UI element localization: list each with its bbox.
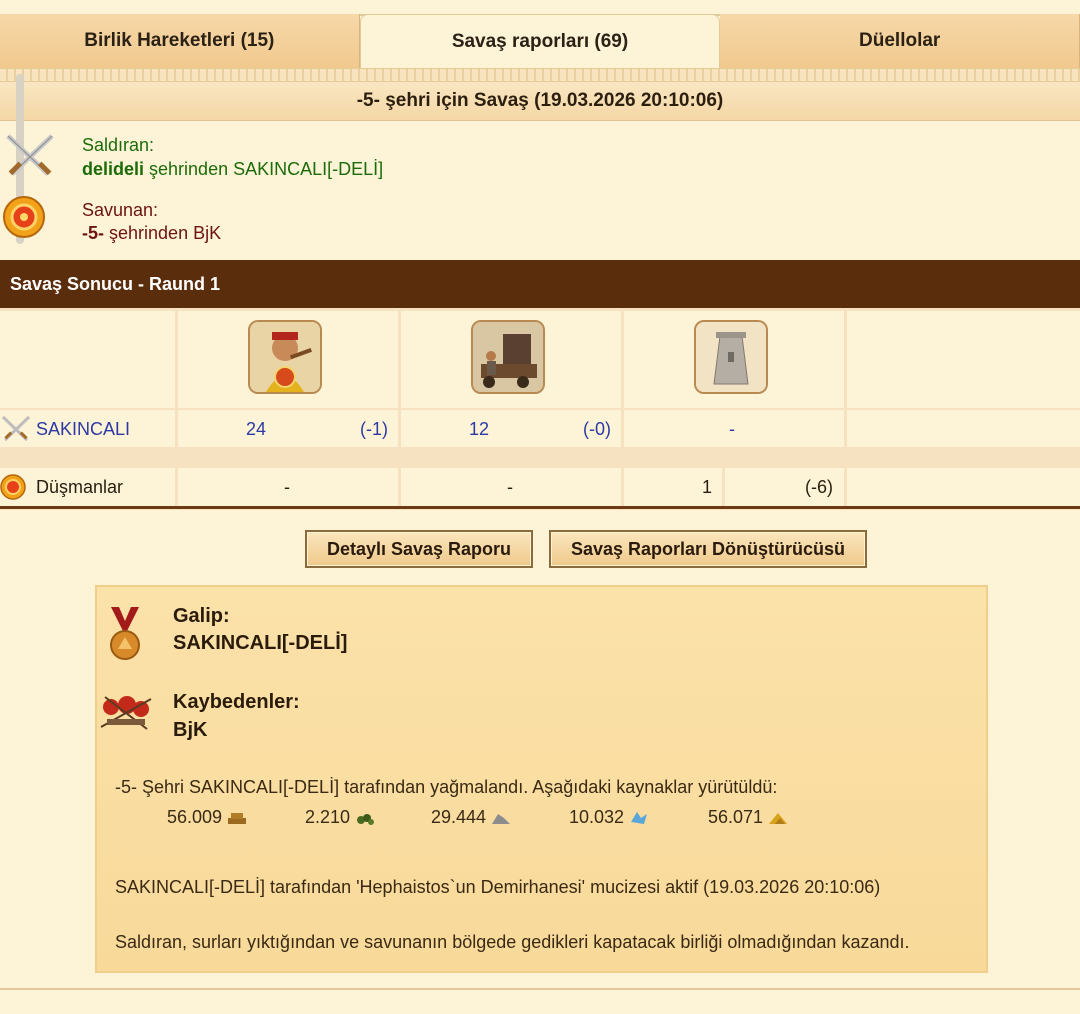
crossed-swords-icon xyxy=(2,130,54,176)
defender-city-link[interactable]: -5- xyxy=(82,223,104,243)
decorative-border xyxy=(0,68,1080,82)
defender-label: Savunan: xyxy=(82,200,159,220)
resource-wine: 2.210 xyxy=(305,807,376,828)
enemy-unit2-count: - xyxy=(507,477,513,497)
defeated-soldiers-icon xyxy=(99,689,153,738)
own-unit2-count: 12 xyxy=(469,419,490,439)
enemy-unit3-loss: (-6) xyxy=(805,477,833,497)
winner-name: SAKINCALI[-DELİ] xyxy=(173,632,348,654)
crossed-swords-small-icon xyxy=(1,415,31,442)
plunder-text: -5- Şehri SAKINCALI[-DELİ] tarafından ya… xyxy=(115,777,778,797)
own-unit3-count: - xyxy=(729,419,735,439)
resource-marble: 29.444 xyxy=(431,807,512,828)
victory-reason-text: Saldıran, surları yıktığından ve savunan… xyxy=(115,932,910,952)
attacker-block: Saldıran: delideli şehrinden SAKINCALI[-… xyxy=(0,130,1080,190)
unit-slinger-icon[interactable] xyxy=(248,320,322,394)
enemy-unit3-count: 1 xyxy=(702,477,713,497)
resource-sulfur: 56.071 xyxy=(708,807,789,828)
unit-table: SAKINCALI 24 (-1) 12 (-0) - Düşmanlar - … xyxy=(0,308,1080,510)
attacker-city-text[interactable]: şehrinden SAKINCALI[-DELİ] xyxy=(149,159,383,179)
sulfur-icon xyxy=(769,812,788,824)
shield-small-icon xyxy=(0,474,26,500)
wine-icon xyxy=(357,813,375,825)
own-unit1-count: 24 xyxy=(246,419,267,439)
medal-icon xyxy=(107,605,143,668)
own-player-name[interactable]: SAKINCALI xyxy=(36,419,130,440)
own-unit1-cell: 24 (-1) xyxy=(178,410,398,447)
enemy-unit1-count: - xyxy=(284,477,290,497)
enemy-unit2-cell: - xyxy=(401,468,621,506)
enemy-unit1-cell: - xyxy=(178,468,398,506)
attacker-origin: delideli şehrinden SAKINCALI[-DELİ] xyxy=(82,159,383,180)
unit-ram-icon[interactable] xyxy=(471,320,545,394)
unit-header-wall xyxy=(624,311,844,408)
report-converter-button[interactable]: Savaş Raporları Dönüştürücüsü xyxy=(549,530,867,568)
enemy-row-name: Düşmanlar xyxy=(0,468,175,506)
enemy-empty-cell xyxy=(847,468,1080,506)
defender-origin: -5- şehrinden BjK xyxy=(82,223,221,244)
loser-name: BjK xyxy=(173,719,208,741)
shield-icon xyxy=(2,195,46,239)
enemy-unit3-loss-cell: (-6) xyxy=(725,468,844,506)
marble-icon xyxy=(492,813,511,824)
losers-label: Kaybedenler: xyxy=(173,691,300,713)
own-unit2-cell: 12 (-0) xyxy=(401,410,621,447)
enemy-unit3-cell: 1 xyxy=(624,468,722,506)
table-divider xyxy=(0,506,1080,509)
own-row-name: SAKINCALI xyxy=(0,410,175,447)
winner-label: Galip: xyxy=(173,605,230,627)
wonder-text: SAKINCALI[-DELİ] tarafından 'Hephaistos`… xyxy=(115,877,881,897)
defender-player-text[interactable]: şehrinden BjK xyxy=(109,223,221,243)
wood-icon xyxy=(228,812,247,824)
sulfur-amount: 56.071 xyxy=(708,807,764,827)
tab-bar: Birlik Hareketleri (15) Savaş raporları … xyxy=(0,14,1080,68)
marble-amount: 29.444 xyxy=(431,807,487,827)
tab-troop-movements[interactable]: Birlik Hareketleri (15) xyxy=(0,14,360,68)
battle-result-header: Savaş Sonucu - Raund 1 xyxy=(0,260,1080,308)
attacker-player-link[interactable]: delideli xyxy=(82,159,144,179)
own-empty-cell xyxy=(847,410,1080,447)
resource-crystal: 10.032 xyxy=(569,807,650,828)
crystal-icon xyxy=(631,811,648,824)
bottom-border xyxy=(0,988,1080,990)
enemy-name: Düşmanlar xyxy=(36,477,124,497)
detailed-report-button[interactable]: Detaylı Savaş Raporu xyxy=(305,530,533,568)
crystal-amount: 10.032 xyxy=(569,807,625,827)
own-unit3-cell: - xyxy=(624,410,844,447)
city-wall-icon[interactable] xyxy=(694,320,768,394)
table-corner xyxy=(0,311,175,408)
wood-amount: 56.009 xyxy=(167,807,223,827)
unit-header-empty xyxy=(847,311,1080,408)
wine-amount: 2.210 xyxy=(305,807,351,827)
own-unit2-loss: (-0) xyxy=(583,419,611,439)
own-unit1-loss: (-1) xyxy=(360,419,388,439)
tab-duels[interactable]: Düellolar xyxy=(720,14,1080,68)
resource-wood: 56.009 xyxy=(167,807,248,828)
defender-block: Savunan: -5- şehrinden BjK xyxy=(0,195,1080,255)
tab-battle-reports[interactable]: Savaş raporları (69) xyxy=(359,14,721,68)
unit-header-ram xyxy=(401,311,621,408)
battle-summary-box: Galip: SAKINCALI[-DELİ] Kaybedenler: BjK… xyxy=(95,585,988,973)
attacker-label: Saldıran: xyxy=(82,135,155,155)
battle-title: -5- şehri için Savaş (19.03.2026 20:10:0… xyxy=(0,82,1080,121)
unit-header-hoplite xyxy=(178,311,398,408)
